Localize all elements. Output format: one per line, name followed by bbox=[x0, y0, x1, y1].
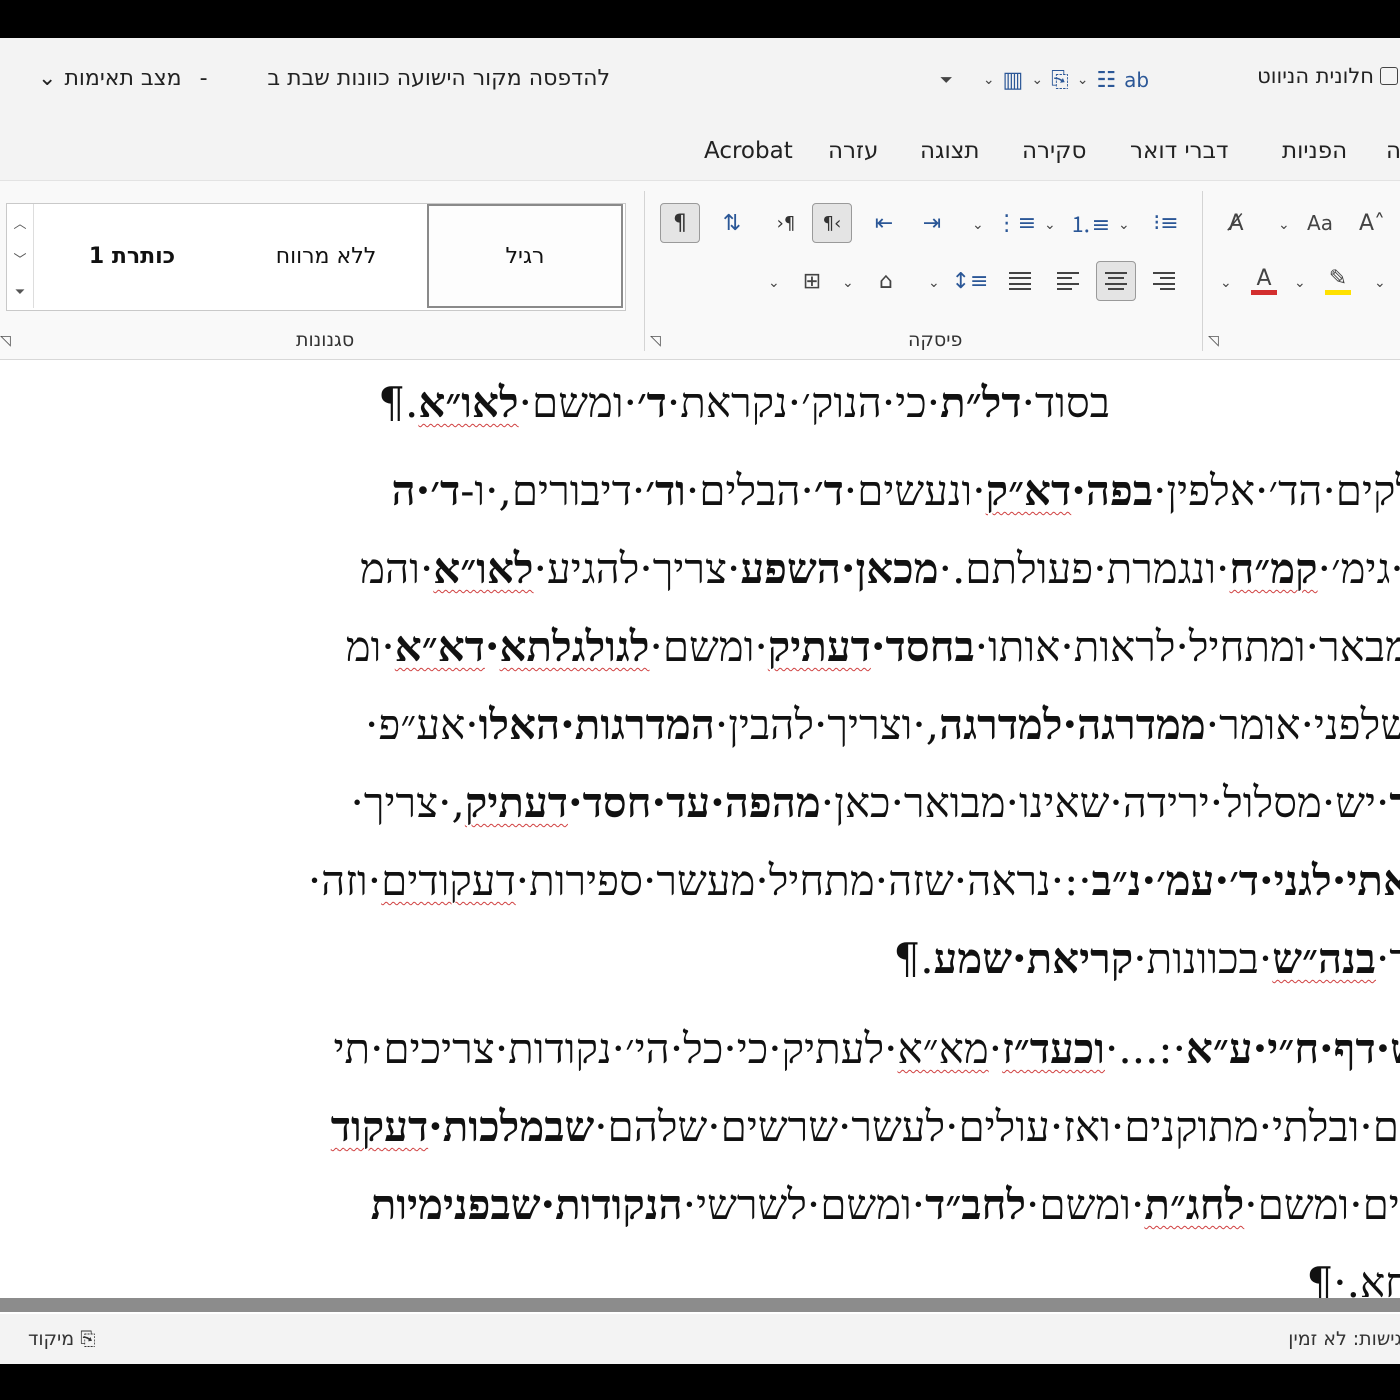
tab-view[interactable]: תצוגה bbox=[920, 138, 980, 164]
style-heading1[interactable]: כותרת 1 bbox=[37, 204, 227, 308]
status-bar: ⎘ מיקוד נגישות: לא זמין bbox=[0, 1314, 1400, 1364]
document-title[interactable]: להדפסה מקור הישועה כוונות שבת ב bbox=[267, 66, 610, 91]
chevron-down-icon[interactable]: ⌄ bbox=[1278, 217, 1290, 233]
styles-group-label: סגנונות bbox=[296, 329, 355, 351]
tab-help[interactable]: עזרה bbox=[828, 138, 878, 164]
navigation-pane-toggle[interactable]: חלונית הניווט bbox=[1257, 64, 1398, 88]
font-color-icon[interactable]: A bbox=[1244, 261, 1284, 301]
borders-icon[interactable]: ⊞ bbox=[792, 261, 832, 301]
scroll-up-icon[interactable]: ︿ bbox=[13, 213, 26, 232]
ribbon-tabs: Acrobat עזרה תצוגה סקירה דברי דואר הפניו… bbox=[0, 124, 1400, 180]
style-no-spacing[interactable]: ללא מרווח bbox=[231, 204, 421, 308]
align-right-icon[interactable] bbox=[1144, 261, 1184, 301]
font-dialog-launcher-icon[interactable]: ◹ bbox=[1208, 333, 1219, 349]
clear-formatting-icon[interactable]: A̸ bbox=[1216, 203, 1256, 243]
style-normal[interactable]: רגיל bbox=[427, 204, 623, 308]
gallery-scroll: ︿ ﹀ ⏷ bbox=[7, 204, 34, 308]
tab-mailings[interactable]: דברי דואר bbox=[1130, 138, 1228, 164]
chevron-down-icon[interactable]: ⌄ bbox=[1374, 275, 1386, 291]
spelling-icon[interactable]: ab bbox=[1124, 68, 1149, 92]
justify-icon[interactable] bbox=[1000, 261, 1040, 301]
customize-qat-icon[interactable]: ⏷ bbox=[940, 70, 953, 90]
focus-icon: ⎘ bbox=[80, 1328, 96, 1350]
compat-mode-label: מצב תאימות bbox=[64, 66, 182, 91]
document-line: ם·גימ׳·קמ״ח·ונגמרת·פעולתם.·מכאן·השפע·צרי… bbox=[360, 544, 1400, 593]
group-divider bbox=[644, 191, 645, 351]
document-line: אתי·לגני·ד׳·עמ׳·נ״ב·:·נראה·שזה·מתחיל·מעש… bbox=[307, 856, 1400, 905]
document-line: ר·בנה״ש·בכוונות·קריאת·שמע.¶ bbox=[893, 934, 1400, 983]
paragraph-dialog-launcher-icon[interactable]: ◹ bbox=[650, 333, 661, 349]
align-center-icon[interactable] bbox=[1096, 261, 1136, 301]
ribbon: ︿ ﹀ ⏷ כותרת 1 ללא מרווח רגיל סגנונות ◹ ¶… bbox=[0, 180, 1400, 360]
document-line: ך·יש·מסלול·ירידה·שאינו·מבואר·כאן·מהפה·עד… bbox=[350, 778, 1400, 827]
font-color-bar bbox=[1251, 289, 1277, 295]
increase-indent-icon[interactable]: ⇥ bbox=[912, 203, 952, 243]
navigation-pane-checkbox[interactable] bbox=[1380, 67, 1398, 85]
chevron-down-icon: ⌄ bbox=[38, 66, 57, 91]
document-line: דים·ומשם·לחג״ת·ומשם·לחב״ד·ומשם·לשרשי·הנק… bbox=[370, 1180, 1400, 1229]
tab-acrobat[interactable]: Acrobat bbox=[704, 138, 793, 164]
numbered-list-icon[interactable]: ⒈≡ bbox=[1070, 203, 1110, 243]
title-bar: ⌄ מצב תאימות - להדפסה מקור הישועה כוונות… bbox=[0, 38, 1400, 124]
chevron-down-icon[interactable]: ⌄ bbox=[1077, 72, 1089, 88]
chevron-down-icon[interactable]: ⌄ bbox=[842, 275, 854, 291]
shading-icon[interactable]: ⌂ bbox=[866, 261, 906, 301]
word-window: ⌄ מצב תאימות - להדפסה מקור הישועה כוונות… bbox=[0, 38, 1400, 1364]
document-line: בסוד·דל״ת·כי·הנוק׳·נקראת·ד׳·ומשם·לאו״א.¶ bbox=[378, 378, 1110, 427]
navigation-pane-label: חלונית הניווט bbox=[1257, 64, 1374, 88]
focus-mode-button[interactable]: ⎘ מיקוד bbox=[28, 1328, 95, 1350]
document-line: ש·דף·ח״י·ע״א·:...·וכעד״ז·מא״א·לעתיק·כי·כ… bbox=[333, 1024, 1400, 1073]
rtl-direction-icon[interactable]: ¶‹ bbox=[812, 203, 852, 243]
chevron-down-icon[interactable]: ⌄ bbox=[972, 217, 984, 233]
list-view-icon[interactable]: ☷ bbox=[1096, 68, 1116, 93]
decrease-indent-icon[interactable]: ⇤ bbox=[864, 203, 904, 243]
highlight-icon[interactable]: ✎ bbox=[1318, 261, 1358, 301]
sort-icon[interactable]: ⇅ bbox=[712, 203, 752, 243]
page-gap-bar bbox=[0, 1298, 1400, 1312]
paragraph-group-label: פיסקה bbox=[908, 329, 963, 351]
document-line: שלפני·אומר·ממדרגה·למדרגה,·וצריך·להבין·המ… bbox=[364, 700, 1400, 749]
ltr-direction-icon[interactable]: ›¶ bbox=[766, 203, 806, 243]
styles-gallery: ︿ ﹀ ⏷ כותרת 1 ללא מרווח רגיל bbox=[6, 203, 626, 311]
highlight-color-bar bbox=[1325, 289, 1351, 295]
accessibility-status[interactable]: נגישות: לא זמין bbox=[1288, 1328, 1400, 1350]
more-styles-icon[interactable]: ⏷ bbox=[15, 285, 25, 300]
document-page[interactable]: בסוד·דל״ת·כי·הנוק׳·נקראת·ד׳·ומשם·לאו״א.¶… bbox=[0, 360, 1400, 1330]
group-divider bbox=[1202, 191, 1203, 351]
chevron-down-icon[interactable]: ⌄ bbox=[1118, 217, 1130, 233]
page-view-icon[interactable]: ⎘ bbox=[1051, 68, 1069, 93]
chevron-down-icon[interactable]: ⌄ bbox=[768, 275, 780, 291]
change-case-icon[interactable]: Aa bbox=[1300, 203, 1340, 243]
chevron-down-icon[interactable]: ⌄ bbox=[1044, 217, 1056, 233]
scroll-down-icon[interactable]: ﹀ bbox=[13, 249, 26, 268]
grow-font-icon[interactable]: A˄ bbox=[1352, 203, 1392, 243]
tab-references[interactable]: הפניות bbox=[1282, 138, 1347, 164]
styles-dialog-launcher-icon[interactable]: ◹ bbox=[0, 333, 11, 349]
align-left-icon[interactable] bbox=[1048, 261, 1088, 301]
show-formatting-button[interactable]: ¶ bbox=[660, 203, 700, 243]
chevron-down-icon[interactable]: ⌄ bbox=[1294, 275, 1306, 291]
chevron-down-icon[interactable]: ⌄ bbox=[1031, 72, 1043, 88]
chevron-down-icon[interactable]: ⌄ bbox=[983, 72, 995, 88]
multilevel-list-icon[interactable]: ⋮≡ bbox=[996, 203, 1036, 243]
document-line: חלקים·הד׳·אלפין·בפה·דא״ק·ונעשים·ד׳·הבלים… bbox=[391, 466, 1400, 515]
chevron-down-icon[interactable]: ⌄ bbox=[928, 275, 940, 291]
tab-review[interactable]: סקירה bbox=[1022, 138, 1086, 164]
compat-mode[interactable]: ⌄ מצב תאימות - bbox=[38, 66, 218, 91]
title-separator: - bbox=[199, 66, 208, 91]
bullet-list-icon[interactable]: ⁝≡ bbox=[1146, 203, 1186, 243]
focus-label: מיקוד bbox=[28, 1328, 75, 1350]
document-line: ים·ובלתי·מתוקנים·ואז·עולים·לעשר·שרשים·של… bbox=[330, 1102, 1400, 1151]
line-spacing-icon[interactable]: ↕≡ bbox=[950, 261, 990, 301]
tab-layout[interactable]: ה bbox=[1386, 138, 1400, 164]
chevron-down-icon[interactable]: ⌄ bbox=[1220, 275, 1232, 291]
document-line: מבאר·ומתחיל·לראות·אותו·בחסד·דעתיק·ומשם·ל… bbox=[345, 622, 1400, 671]
quick-access-toolbar: ⏷ ⌄ ▥ ⌄ ⎘ ⌄ ☷ ab bbox=[940, 60, 1149, 100]
table-layout-icon[interactable]: ▥ bbox=[1003, 68, 1024, 93]
